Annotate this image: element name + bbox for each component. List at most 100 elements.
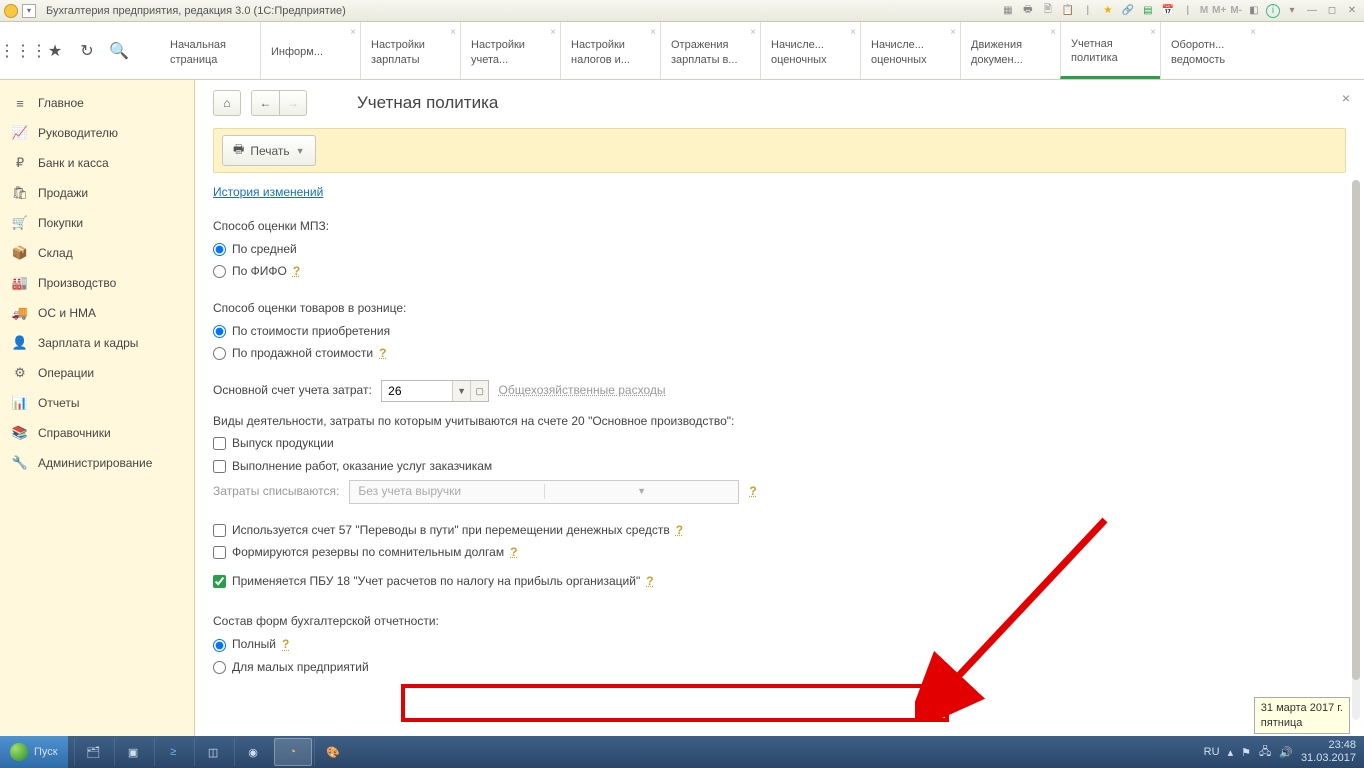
document-tab[interactable]: ×Оборотн...ведомость [1160,22,1260,79]
account57-checkbox[interactable] [213,524,226,537]
help-icon[interactable]: ? [510,543,517,562]
help-icon[interactable]: ? [646,572,653,591]
sidebar-item[interactable]: ⚙Операции [0,358,194,388]
1c-task-icon[interactable]: ◔ [274,738,312,766]
document-tab[interactable]: Начальнаястраница [160,22,260,79]
maximize-button[interactable]: ◻ [1324,4,1340,18]
sidebar-item[interactable]: 🔧Администрирование [0,448,194,478]
doc-icon[interactable]: 🗎 [1040,4,1056,18]
apps-icon[interactable]: ⋮⋮⋮ [14,42,32,60]
star-icon[interactable]: ★ [1100,4,1116,18]
calc-icon[interactable]: ▤ [1140,4,1156,18]
explorer-task-icon[interactable]: 🗂 [74,738,112,766]
document-tab[interactable]: ×Информ... [260,22,360,79]
document-tab[interactable]: ×Отражениязарплаты в... [660,22,760,79]
help-icon[interactable]: ? [749,482,756,501]
sidebar-item[interactable]: 🚚ОС и НМА [0,298,194,328]
app-menu-dropdown[interactable]: ▾ [22,4,36,18]
document-tab[interactable]: ×Начисле...оценочных [860,22,960,79]
sidebar-item[interactable]: 📚Справочники [0,418,194,448]
sidebar-item[interactable]: 👤Зарплата и кадры [0,328,194,358]
tab-close-icon[interactable]: × [1250,26,1256,39]
pbu18-checkbox[interactable] [213,575,226,588]
sidebar-item[interactable]: 📊Отчеты [0,388,194,418]
tab-close-icon[interactable]: × [650,26,656,39]
document-tab[interactable]: ×Начисле...оценочных [760,22,860,79]
close-button[interactable]: ✕ [1344,4,1360,18]
reports-full-radio[interactable] [213,639,226,652]
print-icon[interactable]: 🖶 [1020,4,1036,18]
back-button[interactable]: ← [251,90,279,116]
reports-small-radio[interactable] [213,661,226,674]
tab-close-icon[interactable]: × [1150,26,1156,39]
toolbar-icon[interactable]: ▦ [1000,4,1016,18]
document-tab[interactable]: ×Настройкиучета... [460,22,560,79]
output-products-checkbox[interactable] [213,437,226,450]
mpz-fifo-radio[interactable] [213,265,226,278]
reserves-checkbox[interactable] [213,546,226,559]
tab-close-icon[interactable]: × [750,26,756,39]
sidebar-item[interactable]: 🛒Покупки [0,208,194,238]
vertical-scrollbar[interactable] [1352,180,1360,720]
tray-chevron-icon[interactable]: ▴ [1228,746,1234,759]
favorite-icon[interactable]: ★ [46,42,64,60]
sidebar-item[interactable]: ₽Банк и касса [0,148,194,178]
help-icon[interactable]: ? [379,344,386,363]
tab-close-icon[interactable]: × [450,26,456,39]
dropdown-button[interactable]: ▼ [452,381,470,401]
help-icon[interactable]: ? [676,521,683,540]
open-button[interactable]: ▢ [470,381,488,401]
vbox-task-icon[interactable]: ◫ [194,738,232,766]
calendar-icon[interactable]: 📅 [1160,4,1176,18]
start-button[interactable]: Пуск [0,736,68,768]
search-icon[interactable]: 🔍 [110,42,128,60]
help-icon[interactable]: ? [293,262,300,281]
memory-mminus[interactable]: М- [1230,5,1242,16]
forward-button[interactable]: → [279,90,307,116]
tray-flag-icon[interactable]: ⚑ [1241,746,1251,759]
retail-sale-radio[interactable] [213,347,226,360]
sidebar-item[interactable]: 🏭Производство [0,268,194,298]
print-button[interactable]: 🖶 Печать ▼ [222,135,316,166]
panel-icon[interactable]: ◧ [1246,4,1262,18]
document-tab[interactable]: ×Учетнаяполитика [1060,22,1160,79]
paint-task-icon[interactable]: 🎨 [314,738,352,766]
tab-close-icon[interactable]: × [950,26,956,39]
cost-account-input[interactable] [382,381,452,401]
tab-close-icon[interactable]: × [850,26,856,39]
taskbar-clock[interactable]: 23:48 31.03.2017 [1301,739,1356,765]
document-tab[interactable]: ×Настройкиналогов и... [560,22,660,79]
close-page-button[interactable]: × [1342,90,1350,106]
tab-close-icon[interactable]: × [1050,26,1056,39]
tab-close-icon[interactable]: × [550,26,556,39]
history-link[interactable]: История изменений [213,185,323,199]
sidebar-item[interactable]: 📈Руководителю [0,118,194,148]
mpz-average-radio[interactable] [213,243,226,256]
clipboard-icon[interactable]: 📋 [1060,4,1076,18]
sidebar-item[interactable]: 🛍Продажи [0,178,194,208]
sidebar-item[interactable]: ≡Главное [0,88,194,118]
history-icon[interactable]: ↻ [78,42,96,60]
help-icon[interactable]: ? [282,635,289,654]
tray-network-icon[interactable]: 🖧 [1259,743,1271,762]
retail-cost-radio[interactable] [213,325,226,338]
language-indicator[interactable]: RU [1204,746,1220,758]
link-icon[interactable]: 🔗 [1120,4,1136,18]
scrollbar-thumb[interactable] [1352,180,1360,680]
minimize-button[interactable]: — [1304,4,1320,18]
document-tab[interactable]: ×Настройкизарплаты [360,22,460,79]
services-checkbox[interactable] [213,460,226,473]
memory-mplus[interactable]: М+ [1212,5,1226,16]
cost-account-field[interactable]: ▼ ▢ [381,380,489,402]
console-task-icon[interactable]: ▣ [114,738,152,766]
home-button[interactable]: ⌂ [213,90,241,116]
sidebar-item[interactable]: 📦Склад [0,238,194,268]
dropdown-icon[interactable]: ▾ [1284,4,1300,18]
info-icon[interactable]: i [1266,4,1280,18]
tab-close-icon[interactable]: × [350,26,356,39]
tray-volume-icon[interactable]: 🔊 [1279,746,1293,759]
document-tab[interactable]: ×Движениядокумен... [960,22,1060,79]
chrome-task-icon[interactable]: ◉ [234,738,272,766]
memory-m[interactable]: М [1200,5,1208,16]
powershell-task-icon[interactable]: ≥ [154,738,192,766]
